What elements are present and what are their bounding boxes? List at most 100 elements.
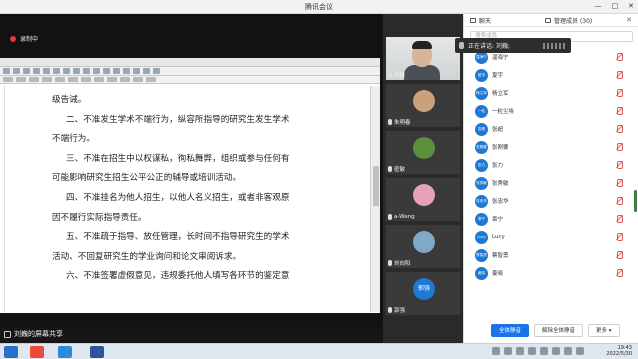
participant-row[interactable]: 张秀敏 张秀敏: [464, 174, 634, 192]
doc-scrollbar[interactable]: [370, 86, 380, 312]
record-dot-icon: [10, 35, 16, 42]
video-tile[interactable]: 刘巍: [386, 37, 460, 80]
tray-icons: [492, 347, 584, 355]
participant-row[interactable]: 张刚要 张刚要: [464, 138, 634, 156]
share-label-text: 刘巍的屏幕共享: [14, 330, 63, 338]
speaking-text: 正在讲话: 刘巍;: [468, 43, 510, 50]
minimize-icon[interactable]: —: [595, 2, 602, 10]
participant-row[interactable]: 张超 张超: [464, 120, 634, 138]
video-column: 刘巍 朱明春 密敏 a-Wang 刘向阳 郭强 郭强: [383, 14, 463, 343]
video-name: 刘巍: [388, 71, 405, 79]
mic-muted-icon[interactable]: [616, 251, 623, 259]
participant-row[interactable]: 杨立军 杨立军: [464, 84, 634, 102]
mic-muted-icon[interactable]: [616, 269, 623, 277]
participant-row[interactable]: 张力 张力: [464, 156, 634, 174]
word-icon[interactable]: [90, 346, 104, 358]
avatar: 姜晓: [475, 266, 488, 280]
participant-row[interactable]: Lucy Lucy: [464, 228, 634, 246]
mic-icon: [388, 166, 392, 172]
clock[interactable]: 19:43 2022/5/30: [606, 345, 632, 357]
mic-icon: [388, 72, 392, 78]
tray-icon[interactable]: [492, 347, 500, 355]
avatar: 张刚要: [475, 140, 488, 154]
tool-icon: [133, 68, 140, 74]
mic-muted-icon[interactable]: [616, 107, 623, 115]
video-name-text: 刘巍: [394, 73, 406, 79]
tray-icon[interactable]: [528, 347, 536, 355]
video-name-text: 刘向阳: [394, 261, 411, 267]
speaking-indicator: 正在讲话: 刘巍;: [455, 38, 571, 53]
participant-row[interactable]: 姜晓 姜晓: [464, 264, 634, 282]
participant-name: 张超: [492, 127, 504, 133]
unmute-all-button[interactable]: 解除全体静音: [534, 323, 584, 337]
doc-scroll-thumb[interactable]: [373, 166, 379, 206]
tool-icon: [153, 68, 160, 74]
video-tile[interactable]: 郭强 郭强: [386, 272, 460, 315]
tray-icon[interactable]: [504, 347, 512, 355]
start-icon[interactable]: [4, 346, 18, 358]
mic-muted-icon[interactable]: [616, 215, 623, 223]
tool-icon: [143, 68, 150, 74]
mic-muted-icon[interactable]: [616, 89, 623, 97]
tab-members[interactable]: 管理成员 (30): [539, 14, 598, 27]
tray-icon[interactable]: [540, 347, 548, 355]
panel-footer: 全体静音 解除全体静音 更多 ▾: [464, 317, 638, 343]
participant-row[interactable]: 夏宇 夏宇: [464, 66, 634, 84]
video-tile[interactable]: 密敏: [386, 131, 460, 174]
video-tile[interactable]: a-Wang: [386, 178, 460, 221]
tool-icon: [13, 68, 20, 74]
mic-muted-icon[interactable]: [616, 179, 623, 187]
format-icon: [120, 77, 130, 82]
mic-muted-icon[interactable]: [616, 125, 623, 133]
format-icon: [16, 77, 26, 82]
more-button[interactable]: 更多 ▾: [588, 323, 620, 337]
avatar: 郭强: [413, 278, 435, 300]
participant-row[interactable]: 张忠华 张忠华: [464, 192, 634, 210]
volume-bars-icon: [543, 42, 567, 49]
tray-icon[interactable]: [576, 347, 584, 355]
app-icon[interactable]: [30, 346, 44, 358]
recording-indicator[interactable]: 录制中: [10, 34, 38, 43]
tool-icon: [63, 68, 70, 74]
mic-muted-icon[interactable]: [616, 161, 623, 169]
tool-icon: [93, 68, 100, 74]
tool-icon: [103, 68, 110, 74]
mic-muted-icon[interactable]: [616, 197, 623, 205]
taskbar: 19:43 2022/5/30: [0, 343, 638, 359]
app-icon[interactable]: [58, 346, 72, 358]
tool-icon: [73, 68, 80, 74]
meeting-app: 腾讯会议 — □ ✕ 录制中 级告诫。 二、不准发生学术不端行为，纵容所指导的研…: [0, 0, 638, 359]
avatar: [413, 137, 435, 159]
maximize-icon[interactable]: □: [612, 2, 619, 10]
video-name-text: a-Wang: [394, 214, 415, 220]
window-title: 腾讯会议: [305, 3, 333, 11]
mic-muted-icon[interactable]: [616, 233, 623, 241]
participant-row[interactable]: 蔡智勇 蔡智勇: [464, 246, 634, 264]
tab-chat[interactable]: 聊天: [464, 14, 497, 27]
tray-icon[interactable]: [516, 347, 524, 355]
tray-icon[interactable]: [552, 347, 560, 355]
video-tile[interactable]: 刘向阳: [386, 225, 460, 268]
mic-muted-icon[interactable]: [616, 143, 623, 151]
participant-row[interactable]: 一粒 一粒尘埃: [464, 102, 634, 120]
close-panel-icon[interactable]: ✕: [626, 16, 632, 24]
participant-name: 杨立军: [492, 91, 509, 97]
mic-icon: [388, 307, 392, 313]
chat-icon: [470, 17, 476, 23]
mic-muted-icon[interactable]: [616, 53, 623, 61]
avatar: 一粒: [475, 104, 488, 118]
participant-scrollbar[interactable]: [634, 190, 637, 212]
doc-text: 级告诫。 二、不准发生学术不端行为，纵容所指导的研究生发生学术 不端行为。 三、…: [52, 91, 342, 287]
doc-line: 四、不准挂名为他人招生，以他人名义招生，或者非客观原: [66, 192, 290, 203]
mic-muted-icon[interactable]: [616, 71, 623, 79]
tray-icon[interactable]: [564, 347, 572, 355]
participant-row[interactable]: 章宁 章宁: [464, 210, 634, 228]
video-tile[interactable]: 朱明春: [386, 84, 460, 127]
mute-all-button[interactable]: 全体静音: [491, 323, 530, 337]
mic-icon: [388, 214, 392, 220]
format-icon: [146, 77, 156, 82]
mic-icon: [388, 119, 392, 125]
doc-line: 因不履行实际指导责任。: [52, 212, 147, 223]
tool-icon: [53, 68, 60, 74]
close-icon[interactable]: ✕: [628, 2, 634, 10]
